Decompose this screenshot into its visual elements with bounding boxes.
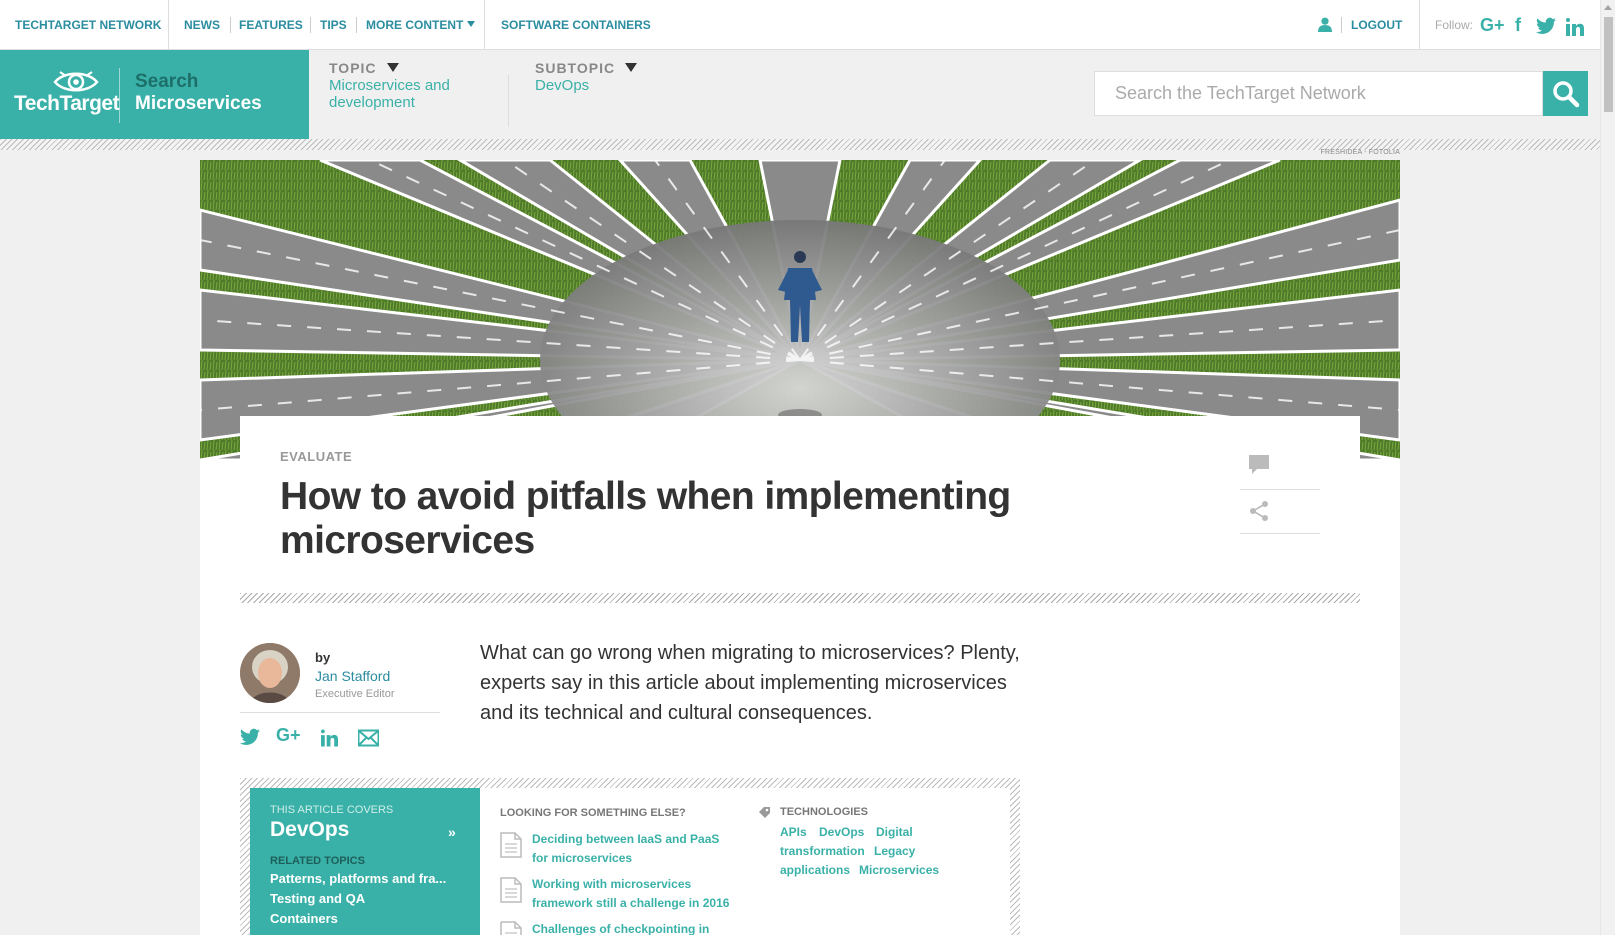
article-summary: What can go wrong when migrating to micr… (480, 642, 1020, 724)
looking-heading: LOOKING FOR SOMETHING ELSE? (500, 807, 686, 819)
article-header-panel (240, 416, 1360, 460)
byline-prefix: by (315, 650, 331, 665)
related-article-link[interactable]: Deciding between IaaS and PaaS for micro… (532, 830, 737, 868)
nav-more-content[interactable]: MORE CONTENT (366, 0, 476, 50)
search-icon (1553, 81, 1580, 108)
nav-tips[interactable]: TIPS (320, 0, 347, 50)
linkedin-icon[interactable] (1566, 16, 1584, 38)
subtopic-link[interactable]: DevOps (535, 77, 589, 94)
author-avatar[interactable] (240, 643, 300, 703)
nav-more-content-label: MORE CONTENT (366, 18, 464, 32)
nav-pipe (1341, 17, 1342, 33)
topic-link[interactable]: Microservices and development (329, 77, 479, 111)
title-divider (240, 593, 1360, 603)
related-topic-link[interactable]: Testing and QA (270, 891, 365, 906)
nav-software-containers[interactable]: SOFTWARE CONTAINERS (501, 0, 651, 50)
share-email-icon[interactable] (358, 727, 379, 749)
nav-news[interactable]: NEWS (184, 0, 220, 50)
share-twitter-icon[interactable] (240, 726, 260, 748)
document-icon (500, 921, 522, 935)
nav-pipe (310, 17, 311, 33)
breadcrumb-divider (508, 75, 509, 127)
subtopic-label: SUBTOPIC (535, 60, 616, 76)
document-icon (500, 877, 522, 903)
top-nav: TECHTARGET NETWORK NEWS FEATURES TIPS MO… (0, 0, 1600, 50)
tech-tag-link[interactable]: APIs (780, 825, 807, 839)
comment-icon (1249, 455, 1269, 474)
facebook-icon[interactable]: f (1514, 14, 1526, 36)
dropdown-arrow-icon (467, 21, 476, 27)
related-topic-link[interactable]: Patterns, platforms and fra... (270, 871, 446, 886)
logout-link[interactable]: LOGOUT (1351, 0, 1402, 50)
topic-dropdown[interactable]: TOPIC (329, 60, 399, 76)
brand-divider (119, 68, 120, 123)
related-topics-label: RELATED TOPICS (270, 855, 365, 867)
tech-tag-link[interactable]: Legacy (874, 844, 915, 858)
site-logo[interactable]: TechTarget Search Microservices (0, 50, 309, 139)
author-role: Executive Editor (315, 688, 395, 700)
svg-text:G+: G+ (1480, 15, 1505, 35)
follow-label: Follow: (1435, 18, 1474, 32)
caret-down-icon (386, 63, 399, 72)
related-topic-link[interactable]: Containers (270, 911, 338, 926)
share-button[interactable] (1240, 490, 1320, 534)
article-title: How to avoid pitfalls when implementing … (280, 475, 1011, 562)
nav-divider (484, 0, 485, 50)
tech-tag-link[interactable]: DevOps (819, 825, 864, 839)
covers-label: THIS ARTICLE COVERS (270, 804, 394, 816)
hero-image (200, 160, 1400, 460)
crossroads-illustration (200, 160, 1400, 460)
search-button[interactable] (1543, 71, 1588, 116)
topic-label: TOPIC (329, 60, 377, 76)
twitter-icon[interactable] (1536, 15, 1556, 37)
nav-features[interactable]: FEATURES (239, 0, 303, 50)
tag-icon (759, 807, 770, 818)
nav-pipe (356, 17, 357, 33)
technologies-heading: TECHNOLOGIES (780, 806, 869, 818)
nav-pipe (230, 17, 231, 33)
content-type-label[interactable]: EVALUATE (280, 449, 352, 464)
site-name-line2: Microservices (135, 93, 262, 114)
user-icon[interactable] (1318, 17, 1332, 32)
author-divider (240, 712, 440, 713)
techtarget-wordmark: TechTarget (14, 92, 120, 115)
tech-tag-link[interactable]: transformation (780, 844, 865, 858)
svg-text:f: f (1515, 15, 1522, 35)
covers-topic-link[interactable]: DevOps (270, 818, 349, 842)
share-google-plus-icon[interactable]: G+ (276, 724, 304, 746)
author-name[interactable]: Jan Stafford (315, 668, 390, 684)
article-covers-box: THIS ARTICLE COVERS DevOps » RELATED TOP… (250, 788, 480, 935)
tech-tag-link[interactable]: applications (780, 863, 850, 877)
google-plus-icon[interactable]: G+ (1480, 14, 1506, 36)
network-link[interactable]: TECHTARGET NETWORK (15, 0, 161, 50)
document-icon (500, 832, 522, 858)
tech-tag-link[interactable]: Microservices (859, 863, 939, 877)
page-scrollbar[interactable] (1600, 0, 1615, 935)
scroll-thumb[interactable] (1604, 17, 1613, 112)
photo-credit: FRESHIDEA - FOTOLIA (1320, 149, 1400, 156)
caret-down-icon (625, 63, 638, 72)
author-photo (240, 643, 300, 703)
nav-divider (1419, 0, 1420, 50)
site-name: Search Microservices (135, 71, 262, 115)
search-input[interactable] (1095, 72, 1542, 115)
related-article-link[interactable]: Working with microservices framework sti… (532, 875, 737, 913)
search-box (1094, 71, 1543, 116)
svg-text:G+: G+ (276, 725, 301, 745)
site-name-line1: Search (135, 71, 199, 92)
comments-button[interactable] (1240, 446, 1320, 490)
fast-forward-icon[interactable]: » (448, 824, 456, 840)
nav-divider (168, 0, 169, 50)
tech-tag-link[interactable]: Digital (876, 825, 913, 839)
related-article-link[interactable]: Challenges of checkpointing in (532, 920, 737, 935)
share-linkedin-icon[interactable] (321, 727, 338, 749)
scroll-up-arrow-icon[interactable] (1604, 5, 1612, 10)
share-icon (1250, 501, 1268, 521)
subtopic-dropdown[interactable]: SUBTOPIC (535, 60, 638, 76)
